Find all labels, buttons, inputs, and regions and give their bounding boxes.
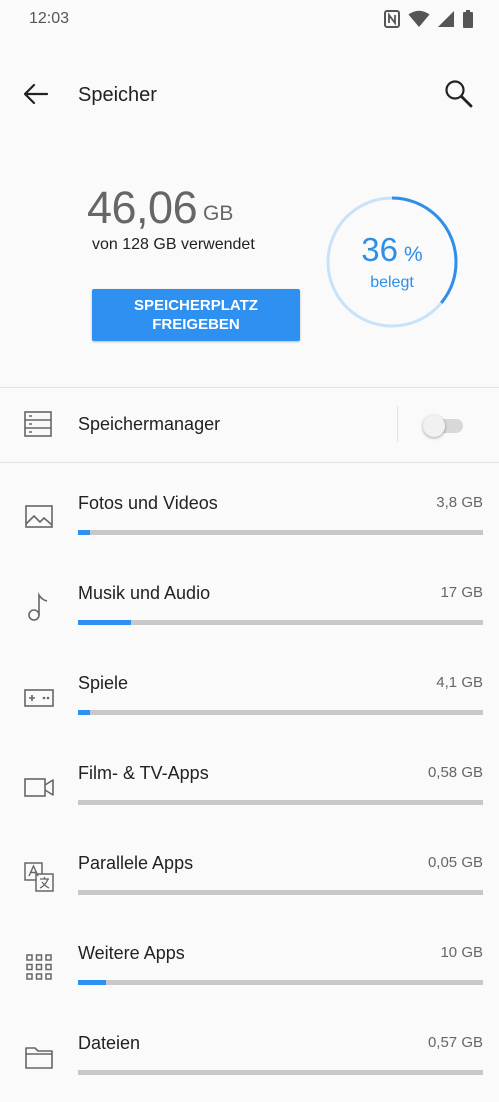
category-usage-fill	[78, 980, 107, 985]
page-title: Speicher	[78, 84, 157, 106]
category-music-audio[interactable]: Musik und Audio 17 GB	[0, 562, 499, 652]
category-film-tv-apps[interactable]: Film- & TV-Apps 0,58 GB	[0, 742, 499, 832]
nfc-icon	[384, 10, 400, 28]
cell-signal-icon	[438, 11, 454, 27]
toggle-thumb	[423, 415, 445, 437]
category-name: Musik und Audio	[78, 583, 211, 603]
category-name: Spiele	[78, 673, 129, 693]
music-note-icon	[28, 592, 48, 621]
category-usage-bar	[78, 1070, 483, 1075]
search-icon	[445, 80, 473, 108]
category-size: 3,8 GB	[436, 494, 483, 511]
vertical-divider	[397, 406, 398, 442]
back-button[interactable]	[18, 76, 54, 112]
gamepad-icon	[24, 689, 54, 707]
usage-percent-value: 36	[361, 231, 399, 268]
translate-icon	[24, 862, 54, 892]
status-time: 12:03	[29, 10, 70, 27]
storage-manager-label: Speichermanager	[78, 414, 221, 434]
category-usage-bar	[78, 620, 483, 625]
category-usage-bar	[78, 710, 483, 715]
category-size: 0,58 GB	[427, 764, 483, 781]
category-usage-bar	[78, 800, 483, 805]
status-icons	[384, 9, 473, 29]
wifi-icon	[408, 10, 430, 27]
category-name: Weitere Apps	[78, 943, 185, 963]
used-storage-unit: GB	[203, 202, 234, 225]
usage-percent-label: belegt	[370, 274, 414, 291]
category-games[interactable]: Spiele 4,1 GB	[0, 652, 499, 742]
storage-summary: 46,06 GB von 128 GB verwendet SPEICHERPL…	[0, 150, 499, 385]
storage-list-icon	[24, 411, 52, 437]
divider	[0, 462, 499, 463]
category-photos-videos[interactable]: Fotos und Videos 3,8 GB	[0, 472, 499, 562]
category-usage-bar	[78, 890, 483, 895]
free-up-space-button[interactable]: SPEICHERPLATZ FREIGEBEN	[92, 289, 300, 341]
category-size: 17 GB	[440, 584, 483, 601]
category-files[interactable]: Dateien 0,57 GB	[0, 1012, 499, 1102]
usage-percent-symbol: %	[404, 243, 423, 266]
category-name: Dateien	[78, 1033, 141, 1053]
category-size: 0,57 GB	[427, 1034, 483, 1051]
video-camera-icon	[24, 778, 54, 797]
category-name: Film- & TV-Apps	[78, 763, 209, 783]
category-usage-fill	[78, 530, 91, 535]
category-name: Parallele Apps	[78, 853, 194, 873]
app-bar: Speicher	[0, 60, 499, 130]
category-usage-fill	[78, 620, 131, 625]
category-size: 0,05 GB	[427, 854, 483, 871]
apps-grid-icon	[26, 954, 52, 980]
image-icon	[25, 505, 53, 528]
storage-manager-toggle[interactable]	[423, 414, 463, 437]
status-bar: 12:03	[0, 0, 499, 38]
category-parallel-apps[interactable]: Parallele Apps 0,05 GB	[0, 832, 499, 922]
folder-icon	[25, 1047, 53, 1069]
battery-icon	[463, 10, 473, 28]
category-size: 10 GB	[440, 944, 483, 961]
category-other-apps[interactable]: Weitere Apps 10 GB	[0, 922, 499, 1012]
category-usage-fill	[78, 710, 91, 715]
category-usage-bar	[78, 530, 483, 535]
category-size: 4,1 GB	[436, 674, 483, 691]
used-storage-description: von 128 GB verwendet	[92, 236, 255, 253]
storage-manager-row[interactable]: Speichermanager	[0, 388, 499, 462]
used-storage-value: 46,06	[87, 182, 198, 233]
arrow-back-icon	[23, 83, 49, 105]
search-button[interactable]	[441, 76, 477, 112]
category-name: Fotos und Videos	[78, 493, 218, 513]
usage-percent: 36%	[325, 231, 459, 269]
category-usage-bar	[78, 980, 483, 985]
usage-ring: 36% belegt	[325, 195, 459, 329]
